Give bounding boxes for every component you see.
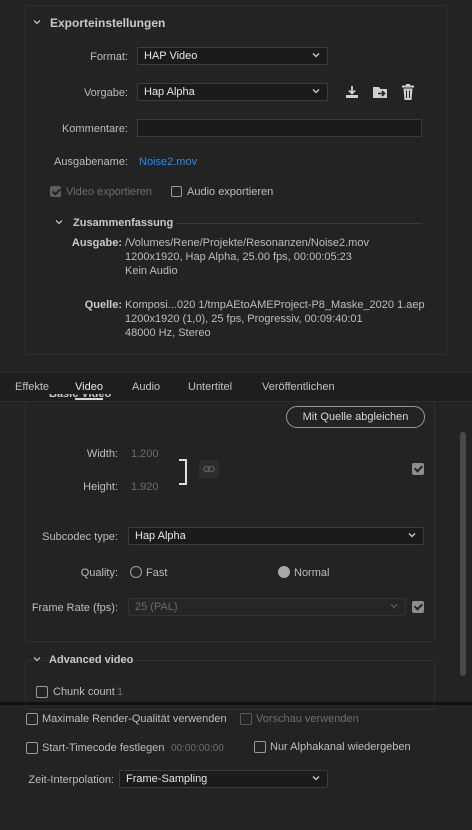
comments-label: Kommentare: <box>61 123 128 135</box>
use-preview-label: Vorschau verwenden <box>256 713 359 725</box>
basic-video-title: Basic Video <box>49 394 112 400</box>
chevron-down-icon <box>408 533 416 538</box>
output-name-label: Ausgabename: <box>54 156 128 168</box>
format-value: HAP Video <box>144 50 198 62</box>
format-label: Format: <box>90 51 128 63</box>
output-line-2: 1200x1920, Hap Alpha, 25.00 fps, 00:00:0… <box>125 251 352 263</box>
match-source-button[interactable]: Mit Quelle abgleichen <box>286 406 425 428</box>
tab-publish[interactable]: Veröffentlichen <box>262 381 335 393</box>
export-video-checkbox[interactable] <box>50 186 61 197</box>
subcodec-label: Subcodec type: <box>42 531 118 543</box>
source-line-2: 1200x1920 (1,0), 25 fps, Progressiv, 00:… <box>125 313 363 325</box>
subcodec-value: Hap Alpha <box>135 530 186 542</box>
export-audio-checkbox[interactable] <box>171 186 182 197</box>
tab-captions[interactable]: Untertitel <box>188 381 232 393</box>
framerate-label: Frame Rate (fps): <box>31 602 118 614</box>
render-max-depth-checkbox[interactable] <box>412 463 424 475</box>
source-line-1: Komposi...020 1/tmpAEtoAMEProject-P8_Mas… <box>125 299 425 311</box>
export-settings-collapse-icon[interactable] <box>33 18 41 26</box>
tab-effects[interactable]: Effekte <box>15 381 49 393</box>
width-value[interactable]: 1.200 <box>131 448 159 460</box>
output-name-link[interactable]: Noise2.mov <box>139 156 197 168</box>
preset-label: Vorgabe: <box>83 87 128 99</box>
link-button[interactable] <box>199 460 219 478</box>
export-video-label: Video exportieren <box>66 186 153 198</box>
start-timecode-checkbox[interactable] <box>26 742 38 754</box>
chunk-count-checkbox[interactable] <box>36 686 48 698</box>
quality-normal-radio[interactable] <box>278 566 290 578</box>
output-summary-label: Ausgabe: <box>71 237 122 249</box>
export-audio-label: Audio exportieren <box>187 186 274 198</box>
format-dropdown[interactable]: HAP Video <box>137 47 328 65</box>
source-line-3: 48000 Hz, Stereo <box>125 327 211 339</box>
advanced-video-title: Advanced video <box>49 654 134 666</box>
video-scrollbar[interactable] <box>460 432 466 676</box>
time-interpolation-label: Zeit-Interpolation: <box>28 774 114 786</box>
width-label: Width: <box>86 448 118 460</box>
export-settings-title: Exporteinstellungen <box>50 16 166 30</box>
summary-divider <box>176 223 422 224</box>
start-timecode-value[interactable]: 00:00:00:00 <box>171 743 224 754</box>
time-interpolation-value: Frame-Sampling <box>126 773 208 785</box>
chunk-count-value[interactable]: 1 <box>117 686 123 698</box>
summary-title: Zusammenfassung <box>73 217 174 229</box>
tab-video[interactable]: Video <box>75 381 103 400</box>
preset-value: Hap Alpha <box>144 86 195 98</box>
subcodec-dropdown[interactable]: Hap Alpha <box>128 527 424 545</box>
preset-dropdown[interactable]: Hap Alpha <box>137 83 328 101</box>
aspect-link-bracket <box>179 459 187 485</box>
time-interpolation-dropdown[interactable]: Frame-Sampling <box>119 770 328 788</box>
height-value[interactable]: 1.920 <box>131 481 159 493</box>
link-icon <box>203 465 215 473</box>
alpha-only-checkbox[interactable] <box>254 741 266 753</box>
max-render-quality-checkbox[interactable] <box>26 713 38 725</box>
height-label: Height: <box>83 481 118 493</box>
quality-normal-label: Normal <box>294 567 330 579</box>
output-line-1: /Volumes/Rene/Projekte/Resonanzen/Noise2… <box>125 237 369 249</box>
bottom-separator <box>0 702 472 705</box>
tab-audio[interactable]: Audio <box>132 381 160 393</box>
import-preset-icon[interactable] <box>372 84 390 100</box>
chevron-down-icon <box>312 776 320 781</box>
start-timecode-label: Start-Timecode festlegen <box>42 742 165 754</box>
framerate-value: 25 (PAL) <box>135 601 178 613</box>
output-line-3: Kein Audio <box>125 265 178 277</box>
chevron-down-icon <box>390 604 398 609</box>
comments-input[interactable] <box>137 119 422 137</box>
trash-icon[interactable] <box>400 83 416 101</box>
chunk-count-label: Chunk count <box>53 686 115 698</box>
advanced-video-collapse-icon[interactable] <box>33 655 41 663</box>
quality-fast-label: Fast <box>146 567 168 579</box>
quality-label: Quality: <box>80 567 118 579</box>
chevron-down-icon <box>312 53 320 58</box>
max-render-quality-label: Maximale Render-Qualität verwenden <box>42 713 227 725</box>
use-preview-checkbox[interactable] <box>240 713 252 725</box>
quality-fast-radio[interactable] <box>130 566 142 578</box>
framerate-dropdown[interactable]: 25 (PAL) <box>128 598 406 616</box>
chevron-down-icon <box>312 89 320 94</box>
source-summary-label: Quelle: <box>84 299 122 311</box>
alpha-only-label: Nur Alphakanal wiedergeben <box>270 741 411 753</box>
framerate-checkbox[interactable] <box>412 601 424 613</box>
summary-collapse-icon[interactable] <box>55 218 63 226</box>
save-preset-icon[interactable] <box>344 84 360 100</box>
